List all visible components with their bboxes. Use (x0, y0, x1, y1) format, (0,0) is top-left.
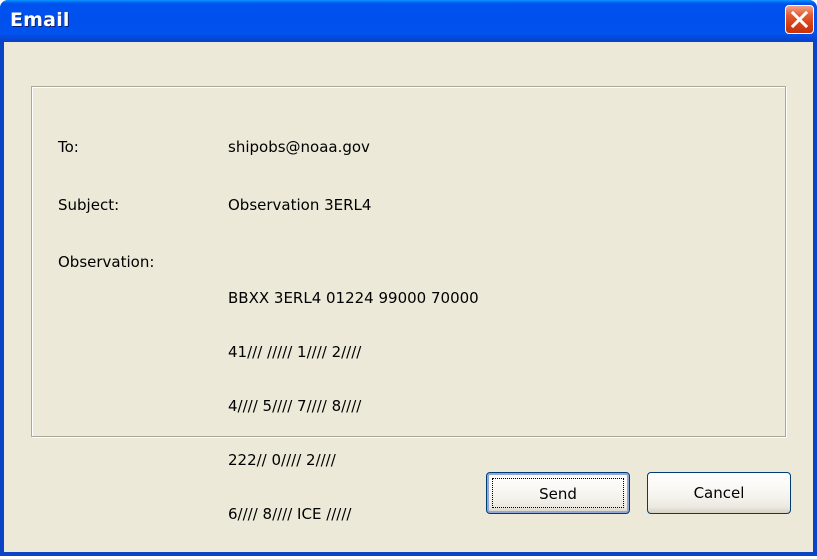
observation-line: 4//// 5//// 7//// 8//// (228, 397, 362, 415)
dialog-body: To: shipobs@noaa.gov Subject: Observatio… (4, 42, 813, 552)
title-bar[interactable]: Email (0, 0, 817, 42)
subject-value: Observation 3ERL4 (228, 196, 372, 214)
close-button[interactable] (785, 5, 814, 34)
observation-label: Observation: (58, 253, 155, 271)
to-label: To: (58, 138, 79, 156)
window-title: Email (10, 9, 70, 31)
send-button[interactable]: Send (486, 472, 630, 514)
subject-label: Subject: (58, 196, 120, 214)
observation-text: BBXX 3ERL4 01224 99000 70000 41/// /////… (228, 253, 479, 559)
send-button-label: Send (492, 478, 624, 508)
observation-line: 41/// ///// 1//// 2//// (228, 343, 362, 361)
cancel-button[interactable]: Cancel (647, 472, 791, 514)
observation-line: 222// 0//// 2//// (228, 451, 336, 469)
to-value: shipobs@noaa.gov (228, 138, 370, 156)
observation-line: BBXX 3ERL4 01224 99000 70000 (228, 289, 479, 307)
email-dialog: Email To: shipobs@noaa.gov Subject: Obse… (0, 0, 817, 556)
close-icon (791, 11, 808, 28)
email-details-group: To: shipobs@noaa.gov Subject: Observatio… (31, 86, 786, 523)
observation-line: 6//// 8//// ICE ///// (228, 505, 352, 523)
